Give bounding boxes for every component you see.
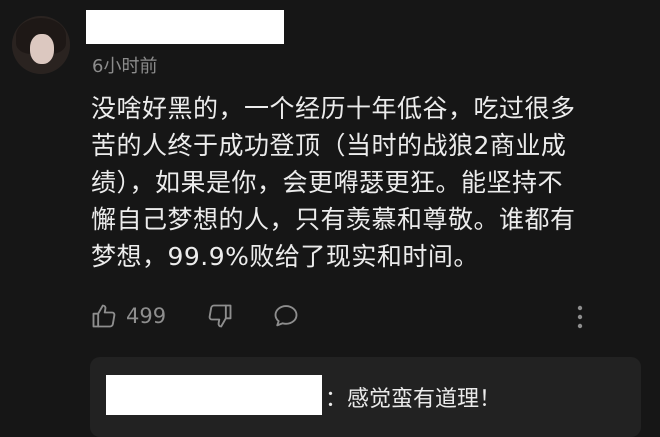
more-vertical-icon bbox=[577, 305, 583, 329]
reply-button[interactable] bbox=[272, 302, 300, 330]
like-button[interactable]: 499 bbox=[90, 302, 166, 330]
comment-time: 6小时前 bbox=[92, 56, 158, 77]
comment-bubble-icon bbox=[274, 305, 298, 327]
thumbs-up-icon bbox=[92, 304, 116, 328]
more-options-button[interactable] bbox=[568, 302, 592, 332]
reply-text: ：感觉蛮有道理！ bbox=[325, 387, 502, 412]
reply-preview[interactable]: ：感觉蛮有道理！ bbox=[90, 357, 641, 437]
comment-text: 没啥好黑的，一个经历十年低谷，吃过很多 苦的人终于成功登顶（当时的战狼2商业成 … bbox=[91, 94, 576, 271]
avatar-face bbox=[30, 34, 54, 64]
thumbs-down-icon bbox=[208, 304, 232, 328]
comment-actions: 499 bbox=[90, 302, 600, 338]
reply-username-redacted bbox=[106, 375, 322, 415]
like-count: 499 bbox=[126, 304, 167, 328]
username-redacted bbox=[86, 10, 284, 44]
dislike-button[interactable] bbox=[206, 302, 234, 330]
user-avatar[interactable] bbox=[12, 16, 70, 74]
